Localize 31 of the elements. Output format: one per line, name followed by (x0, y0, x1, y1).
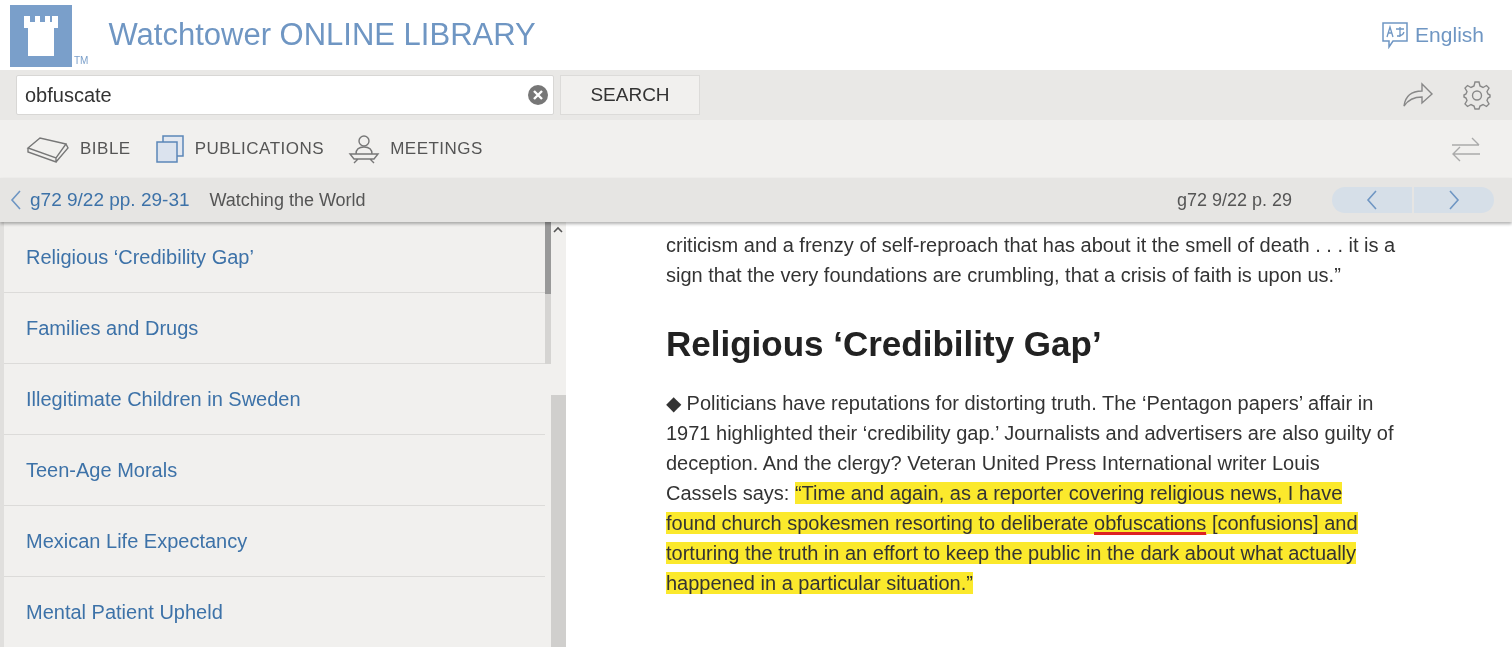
publication-link[interactable]: g72 9/22 pp. 29-31 (30, 189, 190, 211)
search-field[interactable]: obfuscate (16, 75, 554, 115)
trademark: TM (74, 55, 89, 66)
article-title: Watching the World (209, 189, 366, 211)
previous-button[interactable] (1332, 187, 1412, 213)
logo-icon[interactable] (10, 5, 72, 67)
book-icon (26, 134, 70, 164)
translate-icon (1381, 21, 1410, 49)
article-paragraph: ◆ Politicians have reputations for distorting truth. The ‘Pentagon papers’ affair in 1971 highlighted their ‘credibility gap.’ Journalists and advertisers are also guilty of deception. And the clergy? Veteran United Press International writer Louis Cassels says: “Time and again, as a reporter covering religious news, I have found church spokesmen resorting to deliberate obfuscations [confusions] and torturing the truth in an effort to keep the public in the dark about what actually happened in a particular situation.” (666, 391, 1395, 596)
scrollbar-thumb[interactable] (545, 222, 551, 294)
nav-link[interactable]: MEETINGS (348, 134, 483, 164)
language-link[interactable]: English (1381, 21, 1484, 49)
back-chevron-icon[interactable] (10, 190, 22, 210)
search-button[interactable]: SEARCH (560, 75, 700, 115)
page-reference: g72 9/22 p. 29 (1176, 189, 1292, 211)
nav-link[interactable]: BIBLE (26, 134, 131, 164)
share-arrow-icon[interactable] (1402, 82, 1434, 108)
section-heading: Religious ‘Credibility Gap’ (666, 324, 1103, 364)
quote-paragraph: criticism and a frenzy of self-reproach that has about it the smell of death . . . it is a sign that the very foundations are crumbling, that a crisis of faith is upon us.” (666, 233, 1396, 288)
clear-icon[interactable] (528, 85, 548, 105)
swap-arrows-icon[interactable] (1450, 136, 1482, 162)
person-lectern-icon (348, 134, 381, 164)
settings-icon[interactable] (1462, 80, 1492, 110)
scroll-up-icon[interactable] (553, 226, 563, 233)
nav-link[interactable]: PUBLICATIONS (154, 134, 325, 164)
site-title[interactable]: Watchtower ONLINE LIBRARY (108, 17, 536, 53)
next-button[interactable] (1414, 187, 1494, 213)
chevron-right-icon (1448, 190, 1460, 210)
chevron-left-icon (1366, 190, 1378, 210)
scrollbar-thumb[interactable] (551, 395, 566, 647)
copies-icon (154, 134, 185, 164)
